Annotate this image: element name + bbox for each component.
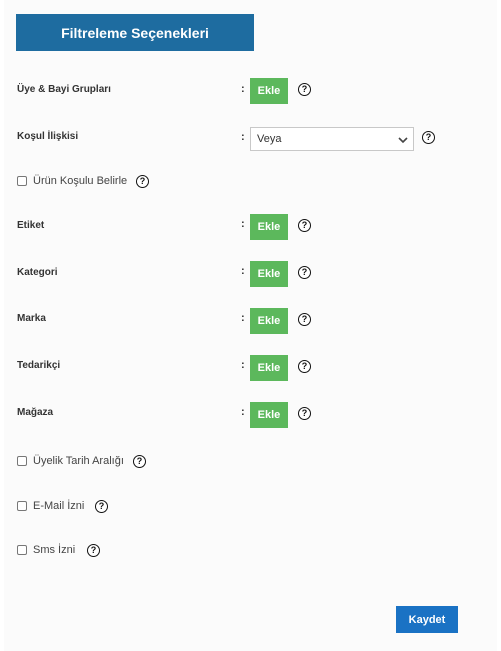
colon-separator: : [241, 406, 245, 418]
colon-separator: : [241, 131, 245, 143]
help-icon[interactable]: ? [298, 313, 311, 326]
add-category-button[interactable]: Ekle [250, 261, 288, 287]
help-icon[interactable]: ? [87, 544, 100, 557]
store-label: Mağaza [17, 407, 54, 418]
condition-relation-value: Veya [257, 133, 282, 145]
sms-permission-label: Sms İzni [33, 544, 76, 556]
help-icon[interactable]: ? [95, 500, 108, 513]
colon-separator: : [241, 218, 245, 230]
membership-date-range-checkbox[interactable] [17, 456, 27, 466]
membership-date-range-row: Üyelik Tarih Aralığı [17, 455, 124, 467]
member-dealer-groups-label: Üye & Bayi Grupları [17, 84, 111, 95]
chevron-down-icon [398, 137, 408, 144]
sms-permission-checkbox[interactable] [17, 545, 27, 555]
help-icon[interactable]: ? [298, 360, 311, 373]
sms-permission-row: Sms İzni [17, 544, 75, 556]
supplier-label: Tedarikçi [17, 360, 61, 371]
tag-label: Etiket [17, 220, 45, 231]
header-title: Filtreleme Seçenekleri [61, 24, 209, 41]
add-tag-button[interactable]: Ekle [250, 214, 288, 240]
add-brand-button[interactable]: Ekle [250, 308, 288, 334]
help-icon[interactable]: ? [133, 455, 146, 468]
membership-date-range-label: Üyelik Tarih Aralığı [33, 455, 124, 467]
condition-relation-select[interactable]: Veya [250, 127, 414, 151]
add-supplier-button[interactable]: Ekle [250, 355, 288, 381]
save-button[interactable]: Kaydet [396, 606, 458, 633]
help-icon[interactable]: ? [422, 131, 435, 144]
add-member-dealer-groups-button[interactable]: Ekle [250, 78, 288, 104]
condition-relation-label: Koşul İlişkisi [17, 131, 79, 142]
brand-label: Marka [17, 313, 46, 324]
email-permission-checkbox[interactable] [17, 501, 27, 511]
colon-separator: : [241, 83, 245, 95]
colon-separator: : [241, 312, 245, 324]
email-permission-label: E-Mail İzni [33, 500, 85, 512]
product-condition-checkbox[interactable] [17, 176, 27, 186]
colon-separator: : [241, 359, 245, 371]
help-icon[interactable]: ? [298, 219, 311, 232]
help-icon[interactable]: ? [298, 407, 311, 420]
help-icon[interactable]: ? [136, 175, 149, 188]
product-condition-label: Ürün Koşulu Belirle [33, 175, 128, 187]
category-label: Kategori [17, 267, 58, 278]
add-store-button[interactable]: Ekle [250, 402, 288, 428]
colon-separator: : [241, 265, 245, 277]
email-permission-row: E-Mail İzni [17, 500, 84, 512]
help-icon[interactable]: ? [298, 83, 311, 96]
help-icon[interactable]: ? [298, 266, 311, 279]
filter-options-header: Filtreleme Seçenekleri [16, 14, 254, 51]
product-condition-row: Ürün Koşulu Belirle [17, 175, 127, 187]
